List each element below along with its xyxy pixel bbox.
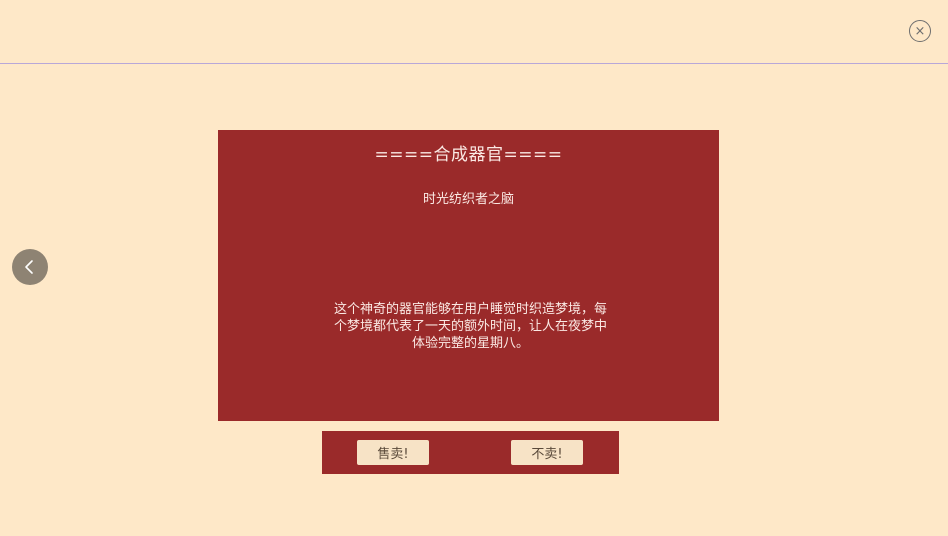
no-sell-button[interactable]: 不卖! — [511, 440, 583, 465]
sell-button[interactable]: 售卖! — [357, 440, 429, 465]
card-title: ====合成器官==== — [374, 145, 563, 165]
close-button[interactable]: × — [909, 20, 931, 42]
organ-description: 这个神奇的器官能够在用户睡觉时织造梦境，每个梦境都代表了一天的额外时间，让人在夜… — [334, 302, 608, 351]
close-icon: × — [914, 23, 926, 39]
chevron-left-icon — [25, 260, 33, 274]
organ-card: ====合成器官==== 时光纺织者之脑 这个神奇的器官能够在用户睡觉时织造梦境… — [218, 130, 719, 421]
back-button[interactable] — [12, 249, 48, 285]
action-bar: 售卖! 不卖! — [322, 431, 619, 474]
top-bar: × — [0, 0, 948, 64]
organ-name: 时光纺织者之脑 — [422, 192, 514, 207]
